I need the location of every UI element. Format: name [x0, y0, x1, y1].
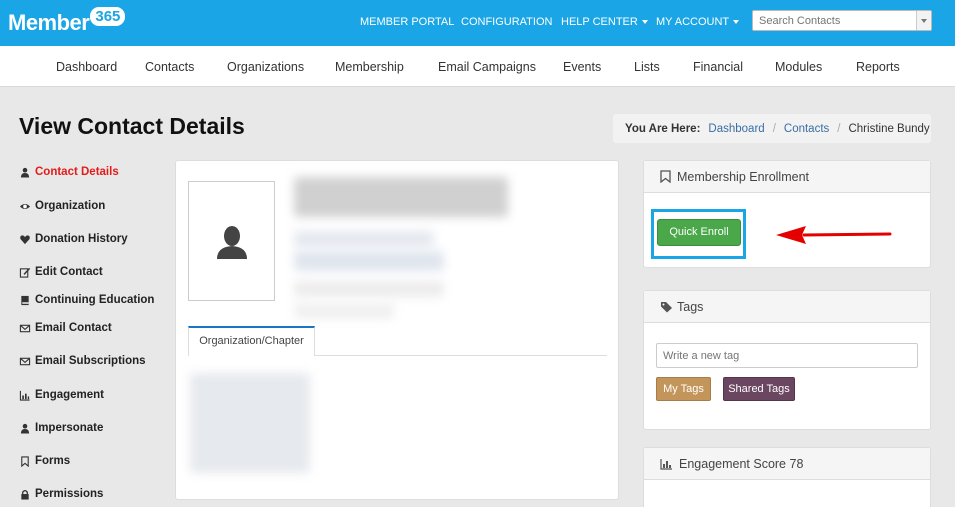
heart-icon — [20, 234, 30, 244]
nav-modules[interactable]: Modules — [775, 60, 822, 74]
breadcrumb-current: Christine Bundy — [848, 122, 930, 135]
nav-contacts[interactable]: Contacts — [145, 60, 194, 74]
breadcrumb-contacts[interactable]: Contacts — [784, 123, 829, 135]
breadcrumb-separator: / — [837, 122, 841, 135]
menu-permissions[interactable]: Permissions — [19, 488, 103, 500]
edit-icon — [19, 267, 31, 278]
logo-badge: 365 — [90, 6, 126, 26]
nav-membership[interactable]: Membership — [335, 60, 404, 74]
logo-text: Member — [8, 10, 90, 35]
nav-events[interactable]: Events — [563, 60, 601, 74]
menu-email-subscriptions[interactable]: Email Subscriptions — [19, 355, 146, 367]
menu-label: Permissions — [35, 488, 104, 500]
chart-icon — [660, 458, 672, 470]
quick-enroll-button[interactable]: Quick Enroll — [657, 219, 741, 246]
chevron-down-icon — [641, 20, 648, 25]
menu-engagement[interactable]: Engagement — [19, 389, 104, 401]
contact-card: Organization/Chapter — [175, 160, 619, 500]
membership-enrollment-panel: Membership Enrollment Quick Enroll — [643, 160, 931, 268]
tab-organization-chapter[interactable]: Organization/Chapter — [188, 326, 315, 356]
lock-icon — [21, 489, 29, 500]
redacted-organization-list — [190, 373, 310, 473]
menu-edit-contact[interactable]: Edit Contact — [19, 266, 103, 278]
membership-enrollment-title: Membership Enrollment — [677, 169, 809, 184]
nav-member-portal[interactable]: MEMBER PORTAL — [360, 16, 454, 28]
tags-icon — [661, 301, 672, 312]
menu-continuing-education[interactable]: Continuing Education — [19, 294, 154, 306]
envelope-icon — [19, 357, 31, 365]
menu-donation-history[interactable]: Donation History — [19, 233, 128, 245]
user-icon — [20, 167, 30, 178]
breadcrumb-dashboard[interactable]: Dashboard — [708, 123, 764, 135]
search-input[interactable] — [753, 11, 913, 31]
redacted-detail — [294, 251, 444, 271]
main-nav: Dashboard Contacts Organizations Members… — [0, 46, 955, 87]
nav-help-center-label: HELP CENTER — [561, 16, 638, 28]
menu-label: Edit Contact — [35, 266, 103, 278]
menu-label: Continuing Education — [35, 294, 155, 306]
eye-icon — [19, 203, 31, 209]
brand-logo[interactable]: Member 365 — [8, 6, 126, 37]
nav-email-campaigns[interactable]: Email Campaigns — [438, 60, 536, 74]
menu-label: Contact Details — [35, 166, 119, 178]
redacted-name — [294, 177, 508, 217]
nav-help-center[interactable]: HELP CENTER — [561, 16, 648, 28]
nav-configuration[interactable]: CONFIGURATION — [461, 16, 552, 28]
search-box — [752, 10, 932, 31]
nav-lists[interactable]: Lists — [634, 60, 660, 74]
breadcrumb-separator: / — [772, 122, 776, 135]
menu-email-contact[interactable]: Email Contact — [19, 322, 112, 334]
menu-label: Impersonate — [35, 422, 104, 434]
menu-label: Organization — [35, 200, 106, 212]
contact-photo[interactable] — [188, 181, 275, 301]
menu-forms[interactable]: Forms — [19, 455, 70, 467]
user-icon — [20, 423, 30, 434]
breadcrumb-label: You Are Here: — [625, 122, 701, 135]
nav-my-account-label: MY ACCOUNT — [656, 16, 730, 28]
menu-impersonate[interactable]: Impersonate — [19, 422, 103, 434]
quick-enroll-highlight: Quick Enroll — [651, 209, 746, 259]
engagement-panel: Engagement Score 78 — [643, 447, 931, 507]
engagement-title: Engagement Score 78 — [679, 456, 804, 471]
nav-reports[interactable]: Reports — [856, 60, 900, 74]
annotation-arrow-icon — [776, 226, 892, 244]
menu-label: Engagement — [35, 389, 105, 401]
tab-divider — [315, 355, 607, 356]
nav-my-account[interactable]: MY ACCOUNT — [656, 16, 740, 28]
bookmark-icon — [660, 170, 671, 183]
membership-enrollment-header: Membership Enrollment — [644, 161, 930, 193]
new-tag-input[interactable] — [656, 343, 918, 368]
redacted-detail — [294, 303, 394, 319]
menu-organization[interactable]: Organization — [19, 200, 105, 212]
nav-financial[interactable]: Financial — [693, 60, 743, 74]
redacted-detail — [294, 281, 444, 297]
my-tags-button[interactable]: My Tags — [656, 377, 711, 401]
chevron-down-icon — [733, 20, 740, 25]
engagement-header: Engagement Score 78 — [644, 448, 930, 480]
shared-tags-button[interactable]: Shared Tags — [723, 377, 795, 401]
avatar-placeholder-icon — [216, 226, 247, 259]
envelope-icon — [19, 324, 31, 332]
page-title: View Contact Details — [19, 113, 245, 139]
menu-label: Forms — [35, 455, 71, 467]
tags-header: Tags — [644, 291, 930, 323]
menu-label: Donation History — [35, 233, 128, 245]
book-icon — [21, 295, 29, 305]
breadcrumb: You Are Here: Dashboard / Contacts / Chr… — [613, 114, 931, 143]
top-bar: Member 365 MEMBER PORTAL CONFIGURATION H… — [0, 0, 955, 46]
search-dropdown-icon[interactable] — [916, 11, 931, 30]
bookmark-icon — [21, 455, 29, 467]
nav-organizations[interactable]: Organizations — [227, 60, 304, 74]
nav-dashboard[interactable]: Dashboard — [56, 60, 117, 74]
chart-icon — [19, 390, 30, 401]
tags-title: Tags — [677, 299, 704, 314]
menu-contact-details[interactable]: Contact Details — [19, 166, 119, 178]
menu-label: Email Contact — [35, 322, 112, 334]
redacted-detail — [294, 231, 434, 247]
tags-panel: Tags My Tags Shared Tags — [643, 290, 931, 430]
menu-label: Email Subscriptions — [35, 355, 146, 367]
